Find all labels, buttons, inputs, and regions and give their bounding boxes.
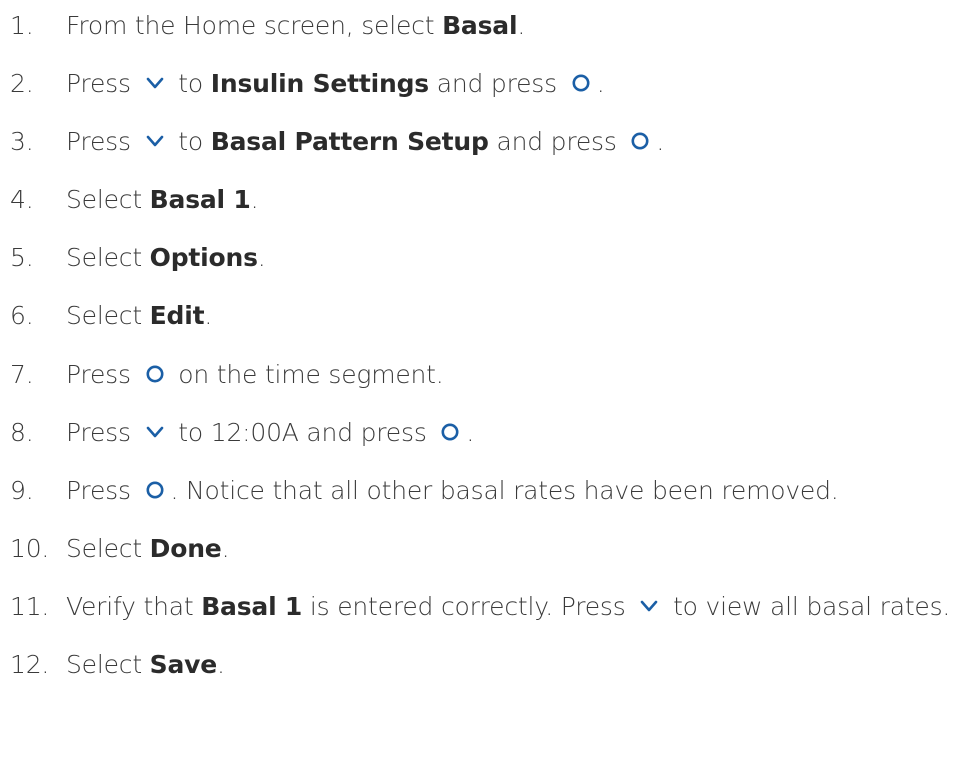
- menu-item-name: Done: [149, 533, 222, 563]
- step-text: Press . Notice that all other basal rate…: [66, 476, 839, 505]
- step-text-run: to: [170, 68, 211, 98]
- select-circle-icon: [440, 422, 460, 442]
- step-text: From the Home screen, select Basal.: [66, 11, 525, 40]
- step-text: Press to Insulin Settings and press .: [66, 68, 605, 98]
- step-text-run: Press: [66, 359, 139, 389]
- step-text-run: Press: [66, 68, 139, 98]
- step-item: 6. Select Edit.: [0, 293, 212, 337]
- step-item: 8. Press to 12:00A and press .: [0, 410, 474, 454]
- menu-item-name: Options: [149, 242, 258, 272]
- step-text: Press on the time segment.: [66, 360, 444, 389]
- menu-item-name: Save: [149, 649, 218, 679]
- step-number: 1.: [10, 10, 34, 40]
- step-text-run: .: [466, 417, 475, 447]
- menu-item-name: Basal 1: [149, 184, 251, 214]
- step-text-run: .: [656, 126, 665, 156]
- step-text-run: .: [596, 68, 605, 98]
- step-number: 9.: [10, 475, 34, 505]
- chevron-down-icon: [145, 76, 165, 90]
- step-number: 12.: [10, 649, 50, 679]
- step-text-run: is entered correctly. Press: [302, 591, 634, 621]
- select-circle-icon: [571, 73, 591, 93]
- step-text: Select Edit.: [66, 301, 212, 330]
- step-text-run: Press: [66, 475, 139, 505]
- step-item: 3. Press to Basal Pattern Setup and press…: [0, 119, 664, 163]
- step-text-run: .: [204, 300, 213, 330]
- step-text: Select Options.: [66, 243, 266, 272]
- step-text-run: .: [517, 10, 526, 40]
- select-circle-icon: [630, 131, 650, 151]
- menu-item-name: Basal: [442, 10, 518, 40]
- chevron-down-icon: [639, 599, 659, 613]
- step-item: 5. Select Options.: [0, 235, 266, 279]
- step-item: 9. Press . Notice that all other basal ra…: [0, 468, 839, 512]
- step-text-run: and press: [428, 68, 565, 98]
- step-text-run: Verify that: [66, 591, 202, 621]
- menu-item-name: Basal 1: [201, 591, 303, 621]
- step-text-run: on the time segment.: [170, 359, 444, 389]
- step-text-run: and press: [488, 126, 625, 156]
- menu-item-name: Basal Pattern Setup: [210, 126, 489, 156]
- step-text-run: to: [170, 126, 211, 156]
- step-text: Press to 12:00A and press .: [66, 418, 474, 447]
- menu-item-name: Edit: [149, 300, 205, 330]
- step-number: 2.: [10, 68, 34, 98]
- step-text-run: Select: [66, 242, 150, 272]
- step-text-run: Press: [66, 126, 139, 156]
- step-item: 1. From the Home screen, select Basal.: [0, 3, 525, 47]
- step-text: Select Done.: [66, 533, 230, 563]
- chevron-down-icon: [145, 134, 165, 148]
- step-number: 7.: [10, 359, 34, 389]
- step-text-run: .: [217, 649, 225, 679]
- step-text: Select Basal 1.: [66, 184, 259, 214]
- step-item: 11. Verify that Basal 1 is entered correc…: [0, 584, 950, 628]
- step-item: 4. Select Basal 1.: [0, 177, 259, 221]
- step-text-run: to 12:00A and press: [170, 417, 435, 447]
- step-text-run: .: [250, 184, 259, 214]
- chevron-down-icon: [145, 425, 165, 439]
- step-text-run: Select: [66, 533, 150, 563]
- step-number: 3.: [10, 126, 34, 156]
- step-number: 6.: [10, 300, 34, 330]
- step-text-run: Select: [66, 184, 150, 214]
- menu-item-name: Insulin Settings: [210, 68, 429, 98]
- step-item: 2. Press to Insulin Settings and press .: [0, 61, 605, 105]
- step-number: 10.: [10, 533, 50, 563]
- step-number: 4.: [10, 184, 34, 214]
- step-text-run: Select: [66, 300, 150, 330]
- step-text: Select Save.: [66, 650, 225, 679]
- step-text-run: .: [221, 533, 230, 563]
- step-item: 7. Press on the time segment.: [0, 352, 444, 396]
- step-item: 10. Select Done.: [0, 526, 230, 570]
- step-number: 5.: [10, 242, 34, 272]
- step-text-run: From the Home screen, select: [66, 10, 443, 40]
- step-text-run: Select: [66, 649, 150, 679]
- step-text-run: . Notice that all other basal rates have…: [170, 475, 839, 505]
- step-text-run: Press: [66, 417, 139, 447]
- step-item: 12. Select Save.: [0, 642, 225, 686]
- step-text: Press to Basal Pattern Setup and press .: [66, 127, 664, 156]
- select-circle-icon: [145, 364, 165, 384]
- step-text-run: to view all basal rates.: [665, 591, 951, 621]
- step-number: 11.: [10, 591, 50, 621]
- step-number: 8.: [10, 417, 34, 447]
- step-text-run: .: [257, 242, 266, 272]
- step-text: Verify that Basal 1 is entered correctly…: [66, 592, 950, 621]
- select-circle-icon: [145, 480, 165, 500]
